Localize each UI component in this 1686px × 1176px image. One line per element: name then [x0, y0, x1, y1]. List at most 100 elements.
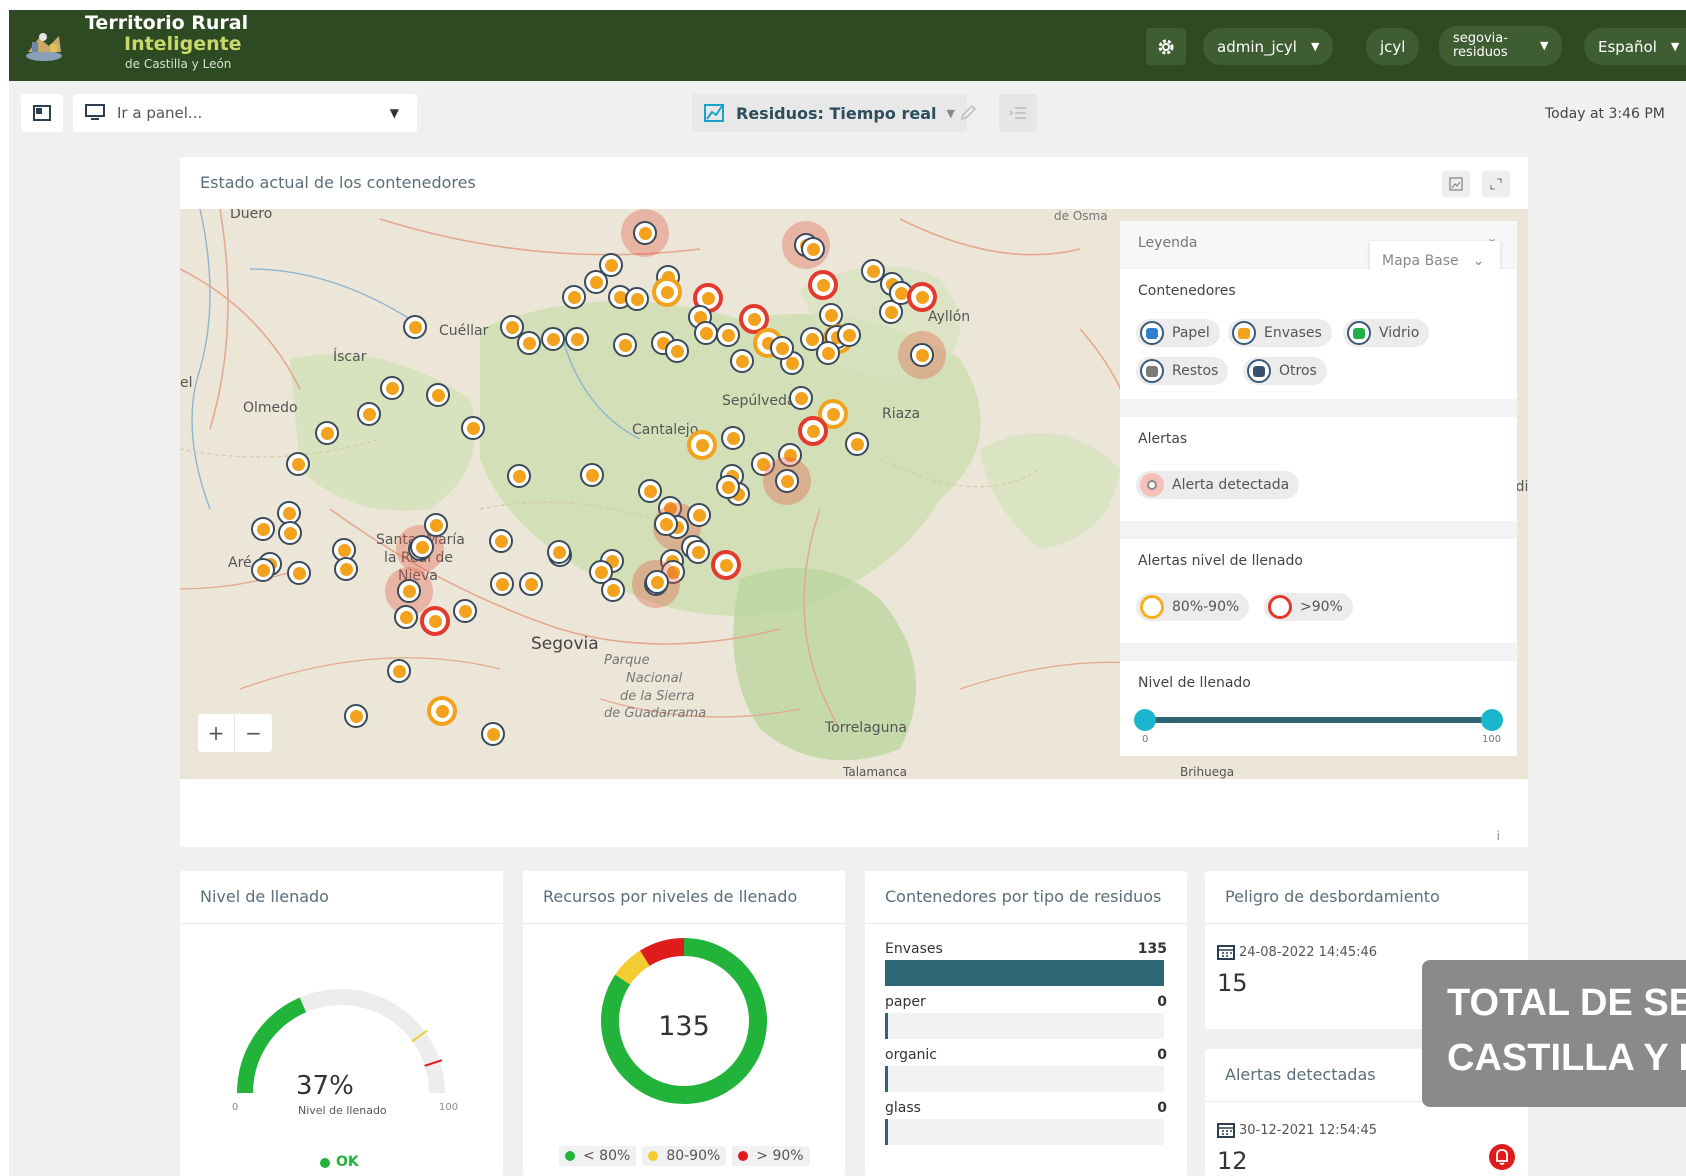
container-marker[interactable] — [789, 386, 813, 410]
legend-chip-papel[interactable]: Papel — [1136, 319, 1220, 347]
container-marker[interactable] — [547, 540, 571, 564]
container-marker[interactable] — [565, 327, 589, 351]
legend-chip-envases[interactable]: Envases — [1228, 319, 1332, 347]
container-marker[interactable] — [357, 402, 381, 426]
bin-icon — [660, 285, 674, 299]
bar-fill[interactable] — [885, 960, 1164, 986]
info-icon[interactable]: i — [1497, 829, 1500, 843]
container-marker[interactable] — [837, 323, 861, 347]
container-marker[interactable] — [517, 331, 541, 355]
container-marker[interactable] — [453, 599, 477, 623]
container-marker[interactable] — [645, 570, 669, 594]
legend-chip-restos[interactable]: Restos — [1136, 357, 1229, 385]
container-marker[interactable] — [716, 323, 740, 347]
container-marker[interactable] — [589, 560, 613, 584]
container-marker[interactable] — [816, 341, 840, 365]
container-marker[interactable] — [801, 237, 825, 261]
edit-button[interactable] — [953, 98, 983, 128]
container-marker[interactable] — [775, 469, 799, 493]
export-image-button[interactable] — [1442, 171, 1470, 197]
container-marker[interactable] — [315, 421, 339, 445]
container-marker[interactable] — [424, 513, 448, 537]
container-marker[interactable] — [730, 349, 754, 373]
container-marker[interactable] — [798, 416, 828, 446]
container-marker[interactable] — [907, 282, 937, 312]
container-marker[interactable] — [410, 535, 434, 559]
container-marker[interactable] — [278, 521, 302, 545]
container-marker[interactable] — [287, 561, 311, 585]
container-marker[interactable] — [808, 270, 838, 300]
container-marker[interactable] — [910, 343, 934, 367]
legend-chip-otros[interactable]: Otros — [1243, 357, 1327, 385]
container-marker[interactable] — [490, 572, 514, 596]
container-marker[interactable] — [541, 327, 565, 351]
container-marker[interactable] — [845, 432, 869, 456]
container-marker[interactable] — [251, 558, 275, 582]
container-marker[interactable] — [625, 287, 649, 311]
container-marker[interactable] — [613, 333, 637, 357]
container-marker[interactable] — [380, 376, 404, 400]
gauge-fill — [237, 997, 307, 1094]
legend-chip-alert[interactable]: Alerta detectada — [1136, 471, 1300, 499]
fill-slider-max-handle[interactable] — [1481, 709, 1503, 731]
container-marker[interactable] — [665, 339, 689, 363]
container-marker[interactable] — [286, 452, 310, 476]
container-marker[interactable] — [481, 722, 505, 746]
container-marker[interactable] — [638, 479, 662, 503]
container-marker[interactable] — [694, 321, 718, 345]
container-marker[interactable] — [344, 704, 368, 728]
language-menu[interactable]: Español ▼ — [1584, 28, 1686, 65]
fill-slider-min-handle[interactable] — [1134, 709, 1156, 731]
container-marker[interactable] — [519, 572, 543, 596]
container-marker[interactable] — [426, 383, 450, 407]
legend-chip-90[interactable]: >90% — [1264, 593, 1353, 621]
gauge-value: 37% — [296, 1071, 354, 1101]
container-marker[interactable] — [652, 277, 682, 307]
legend-chip-vidrio[interactable]: Vidrio — [1343, 319, 1430, 347]
container-marker[interactable] — [397, 579, 421, 603]
container-marker[interactable] — [584, 270, 608, 294]
container-marker[interactable] — [633, 221, 657, 245]
container-marker[interactable] — [394, 605, 418, 629]
container-marker[interactable] — [721, 426, 745, 450]
sidebar-toggle-button[interactable] — [21, 94, 63, 132]
donut-slice[interactable] — [640, 938, 685, 967]
park-label-4: de Guadarrama — [604, 706, 707, 721]
container-marker[interactable] — [489, 529, 513, 553]
container-marker[interactable] — [420, 606, 450, 636]
list-button[interactable] — [999, 94, 1037, 132]
brand-title: Territorio Rural Inteligente de Castilla… — [85, 14, 248, 71]
user-menu[interactable]: admin_jcyl ▼ — [1203, 28, 1334, 65]
place-label: de Osma — [1054, 209, 1108, 223]
project-menu[interactable]: segovia- residuos ▼ — [1439, 26, 1563, 66]
container-marker[interactable] — [387, 659, 411, 683]
legend-chip-80-90[interactable]: 80%-90% — [1136, 593, 1250, 621]
container-marker[interactable] — [687, 430, 717, 460]
zoom-in-button[interactable]: + — [198, 714, 235, 752]
container-marker[interactable] — [334, 557, 358, 581]
container-marker[interactable] — [770, 336, 794, 360]
container-marker[interactable] — [711, 550, 741, 580]
container-marker[interactable] — [507, 464, 531, 488]
donut-slice[interactable] — [615, 950, 650, 985]
zoom-out-button[interactable]: − — [235, 714, 272, 752]
panel-title: Alertas detectadas — [1225, 1065, 1376, 1084]
org-button[interactable]: jcyl — [1366, 28, 1420, 65]
container-marker[interactable] — [716, 475, 740, 499]
container-marker[interactable] — [461, 416, 485, 440]
bar-fill[interactable] — [885, 1119, 888, 1145]
fullscreen-button[interactable] — [1482, 171, 1510, 197]
container-marker[interactable] — [427, 696, 457, 726]
container-marker[interactable] — [562, 285, 586, 309]
bar-fill[interactable] — [885, 1066, 888, 1092]
container-marker[interactable] — [686, 540, 710, 564]
container-marker[interactable] — [687, 503, 711, 527]
container-marker[interactable] — [580, 463, 604, 487]
panel-selector[interactable]: Ir a panel... ▼ — [73, 94, 417, 132]
bar-fill[interactable] — [885, 1013, 888, 1039]
container-marker[interactable] — [403, 315, 427, 339]
settings-button[interactable] — [1146, 28, 1186, 65]
container-marker[interactable] — [251, 517, 275, 541]
dashboard-title-selector[interactable]: Residuos: Tiempo real ▼ — [692, 94, 967, 132]
container-marker[interactable] — [654, 512, 678, 536]
